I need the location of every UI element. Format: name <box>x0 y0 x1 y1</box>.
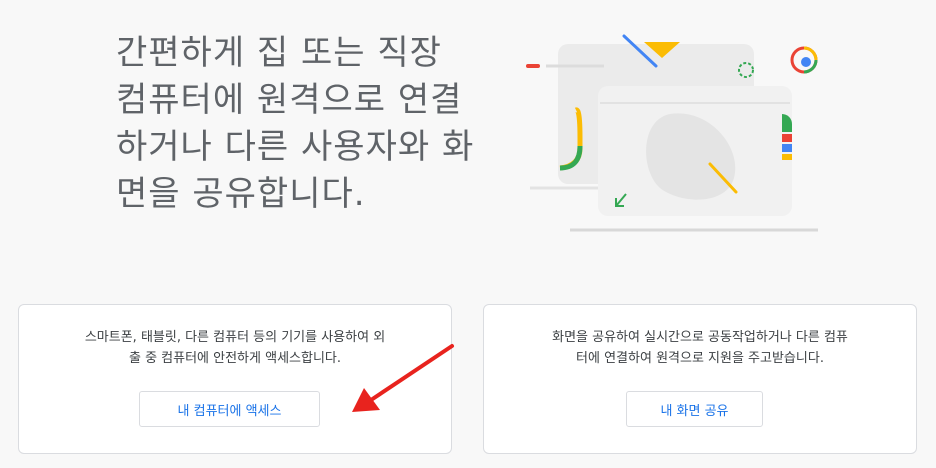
remote-support-description-line1: 화면을 공유하여 실시간으로 공동작업하거나 다른 컴퓨 <box>552 330 848 345</box>
hero-title-line: 컴퓨터에 원격으로 연결 <box>116 80 463 120</box>
remote-support-description: 화면을 공유하여 실시간으로 공동작업하거나 다른 컴퓨 터에 연결하여 원격으… <box>500 327 900 369</box>
access-my-computer-button[interactable]: 내 컴퓨터에 액세스 <box>139 391 320 427</box>
remote-access-description-line2: 출 중 컴퓨터에 안전하게 액세스합니다. <box>128 351 342 366</box>
remote-support-card: 화면을 공유하여 실시간으로 공동작업하거나 다른 컴퓨 터에 연결하여 원격으… <box>483 304 917 454</box>
remote-desktop-illustration <box>526 34 818 232</box>
hero-title-line: 하거나 다른 사용자와 화 <box>116 127 475 167</box>
remote-support-description-line2: 터에 연결하여 원격으로 지원을 주고받습니다. <box>576 351 824 366</box>
share-my-screen-button[interactable]: 내 화면 공유 <box>626 391 763 427</box>
hero-title-line: 간편하게 집 또는 직장 <box>116 33 442 73</box>
hero-title-line: 면을 공유합니다. <box>116 174 366 214</box>
hero-title: 간편하게 집 또는 직장 컴퓨터에 원격으로 연결 하거나 다른 사용자와 화 … <box>116 30 516 218</box>
red-arrow-annotation <box>352 344 454 412</box>
